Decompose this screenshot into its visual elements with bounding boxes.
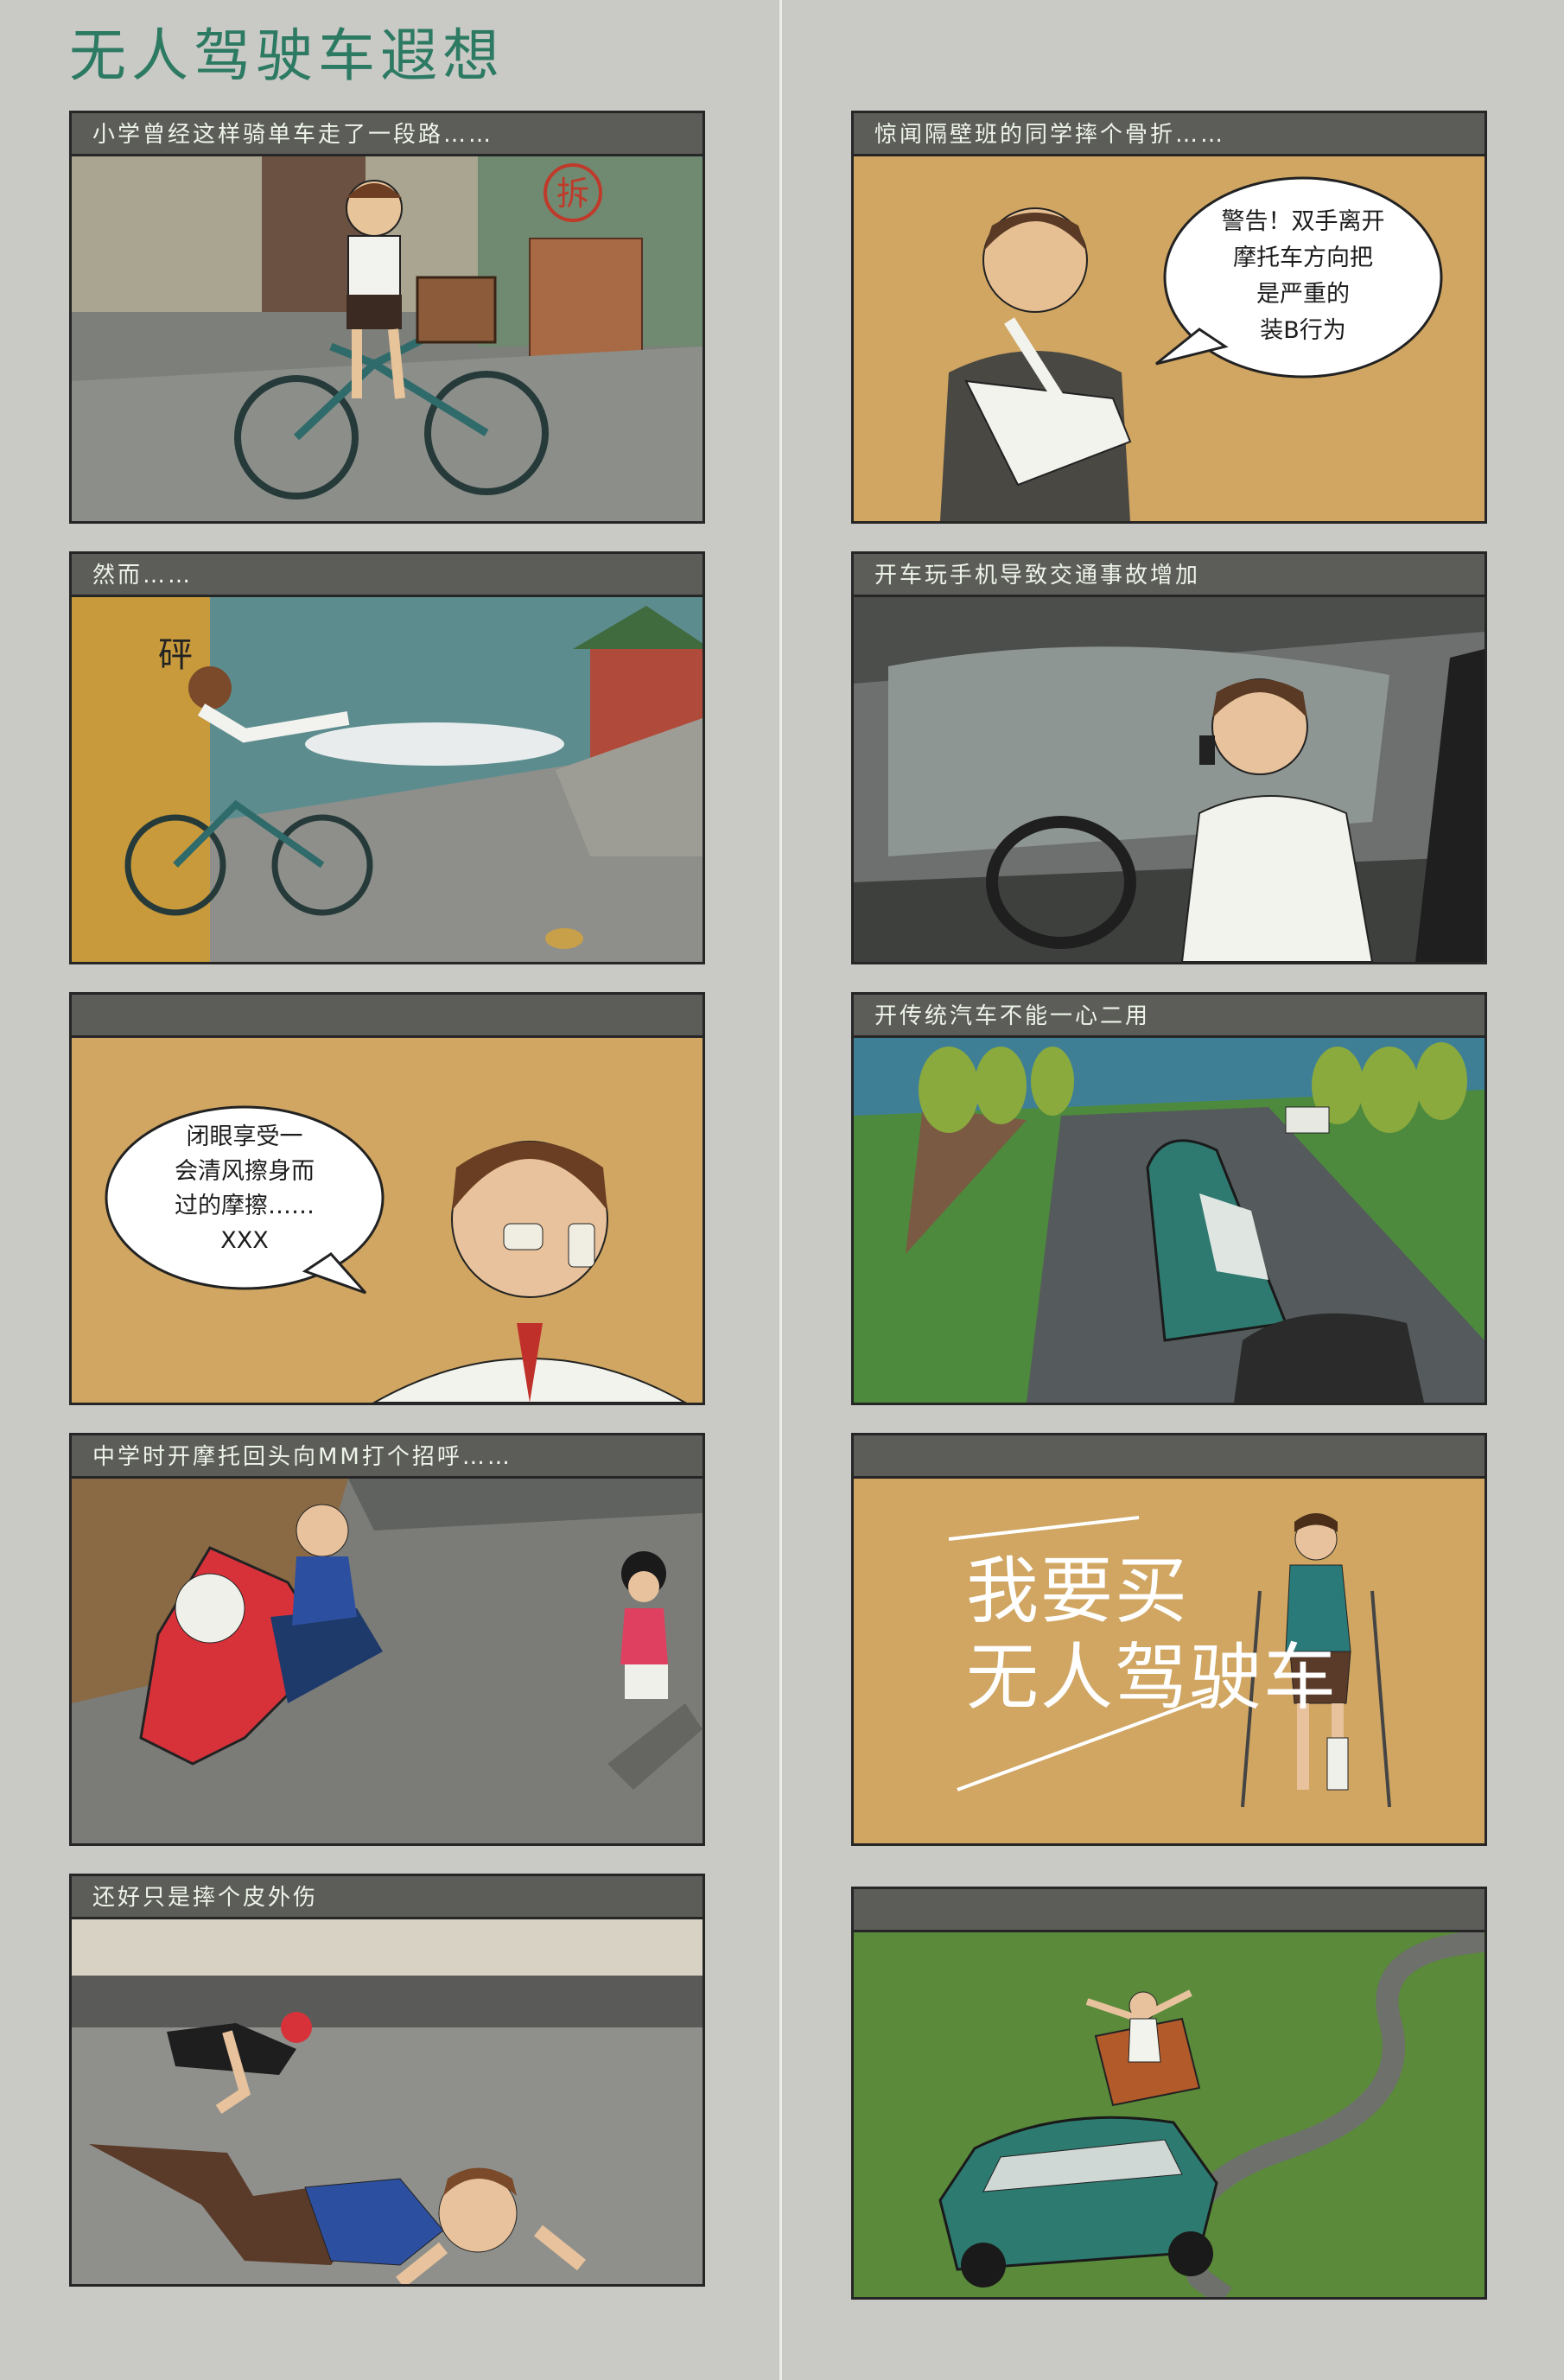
comic-panel-4: 开车玩手机导致交通事故增加: [851, 551, 1487, 964]
panel-caption: 中学时开摩托回头向MM打个招呼……: [72, 1435, 703, 1479]
panel-illustration: 砰: [72, 597, 703, 962]
demolish-sign: 拆: [556, 175, 589, 213]
panel-illustration: 拆: [72, 156, 703, 521]
comic-panel-9: 还好只是摔个皮外伤: [69, 1874, 705, 2287]
bubble-line: 过的摩擦……: [175, 1193, 315, 1219]
page-title: 无人驾驶车遐想: [69, 22, 505, 89]
comic-panel-10: [851, 1887, 1487, 2300]
panel-illustration: [72, 1479, 703, 1843]
bubble-line: 闭眼享受一: [186, 1123, 303, 1150]
comic-panel-2: 惊闻隔壁班的同学摔个骨折…… 警告！双手离开 摩托车方向把 是严重的 装B行为: [851, 111, 1487, 524]
panel-illustration: [854, 597, 1485, 962]
panel-caption: 小学曾经这样骑单车走了一段路……: [72, 113, 703, 156]
panel-illustration: [72, 1919, 703, 2284]
panel-caption: 还好只是摔个皮外伤: [72, 1876, 703, 1919]
panel-illustration: [854, 1038, 1485, 1403]
bubble-line: 是严重的: [1256, 281, 1350, 308]
bubble-line: 装B行为: [1260, 317, 1346, 344]
comic-panel-6: 开传统汽车不能一心二用: [851, 992, 1487, 1405]
comic-panel-7: 中学时开摩托回头向MM打个招呼……: [69, 1433, 705, 1846]
bubble-line: 警告！双手离开: [1221, 208, 1385, 235]
speech-bubble: 警告！双手离开 摩托车方向把 是严重的 装B行为: [1173, 204, 1433, 349]
comic-panel-5: 闭眼享受一 会清风擦身而 过的摩擦…… XXX: [69, 992, 705, 1405]
bubble-line: 摩托车方向把: [1233, 245, 1373, 271]
panel-illustration: [854, 1932, 1485, 2297]
speech-bubble: 闭眼享受一 会清风擦身而 过的摩擦…… XXX: [128, 1120, 361, 1258]
panel-caption: 惊闻隔壁班的同学摔个骨折……: [854, 113, 1485, 156]
bubble-line: XXX: [220, 1227, 269, 1254]
slogan-line: 我要买: [966, 1549, 1190, 1633]
panel-caption: 开车玩手机导致交通事故增加: [854, 554, 1485, 597]
center-divider: [779, 0, 782, 2380]
comic-panel-3: 然而…… 砰: [69, 551, 705, 964]
impact-sound: 砰: [158, 635, 193, 675]
bubble-line: 会清风擦身而: [175, 1158, 315, 1185]
panel-illustration: 我要买 无人驾驶车: [854, 1479, 1485, 1843]
panel-caption: [854, 1889, 1485, 1932]
comic-panel-8: 我要买 无人驾驶车: [851, 1433, 1487, 1846]
panel-illustration: 警告！双手离开 摩托车方向把 是严重的 装B行为: [854, 156, 1485, 521]
slogan: 我要买 无人驾驶车: [966, 1548, 1338, 1721]
comic-panel-1: 小学曾经这样骑单车走了一段路…… 拆: [69, 111, 705, 524]
panel-caption: 开传统汽车不能一心二用: [854, 995, 1485, 1038]
panel-caption: [854, 1435, 1485, 1479]
panel-illustration: 闭眼享受一 会清风擦身而 过的摩擦…… XXX: [72, 1038, 703, 1403]
slogan-line: 无人驾驶车: [966, 1635, 1338, 1720]
panel-caption: 然而……: [72, 554, 703, 597]
panel-caption: [72, 995, 703, 1038]
